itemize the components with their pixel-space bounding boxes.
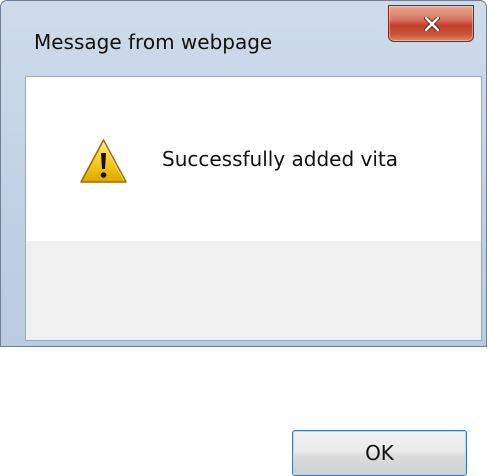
ok-button[interactable]: OK <box>292 430 467 476</box>
close-icon <box>424 17 440 31</box>
dialog-title: Message from webpage <box>34 30 273 54</box>
close-button[interactable] <box>388 5 474 42</box>
dialog-body: Successfully added vita OK <box>25 76 482 476</box>
dialog-footer: OK <box>26 241 481 476</box>
dialog-message: Successfully added vita <box>162 147 399 171</box>
message-dialog: Message from webpage Successfully added … <box>0 0 487 476</box>
warning-icon <box>80 139 127 183</box>
